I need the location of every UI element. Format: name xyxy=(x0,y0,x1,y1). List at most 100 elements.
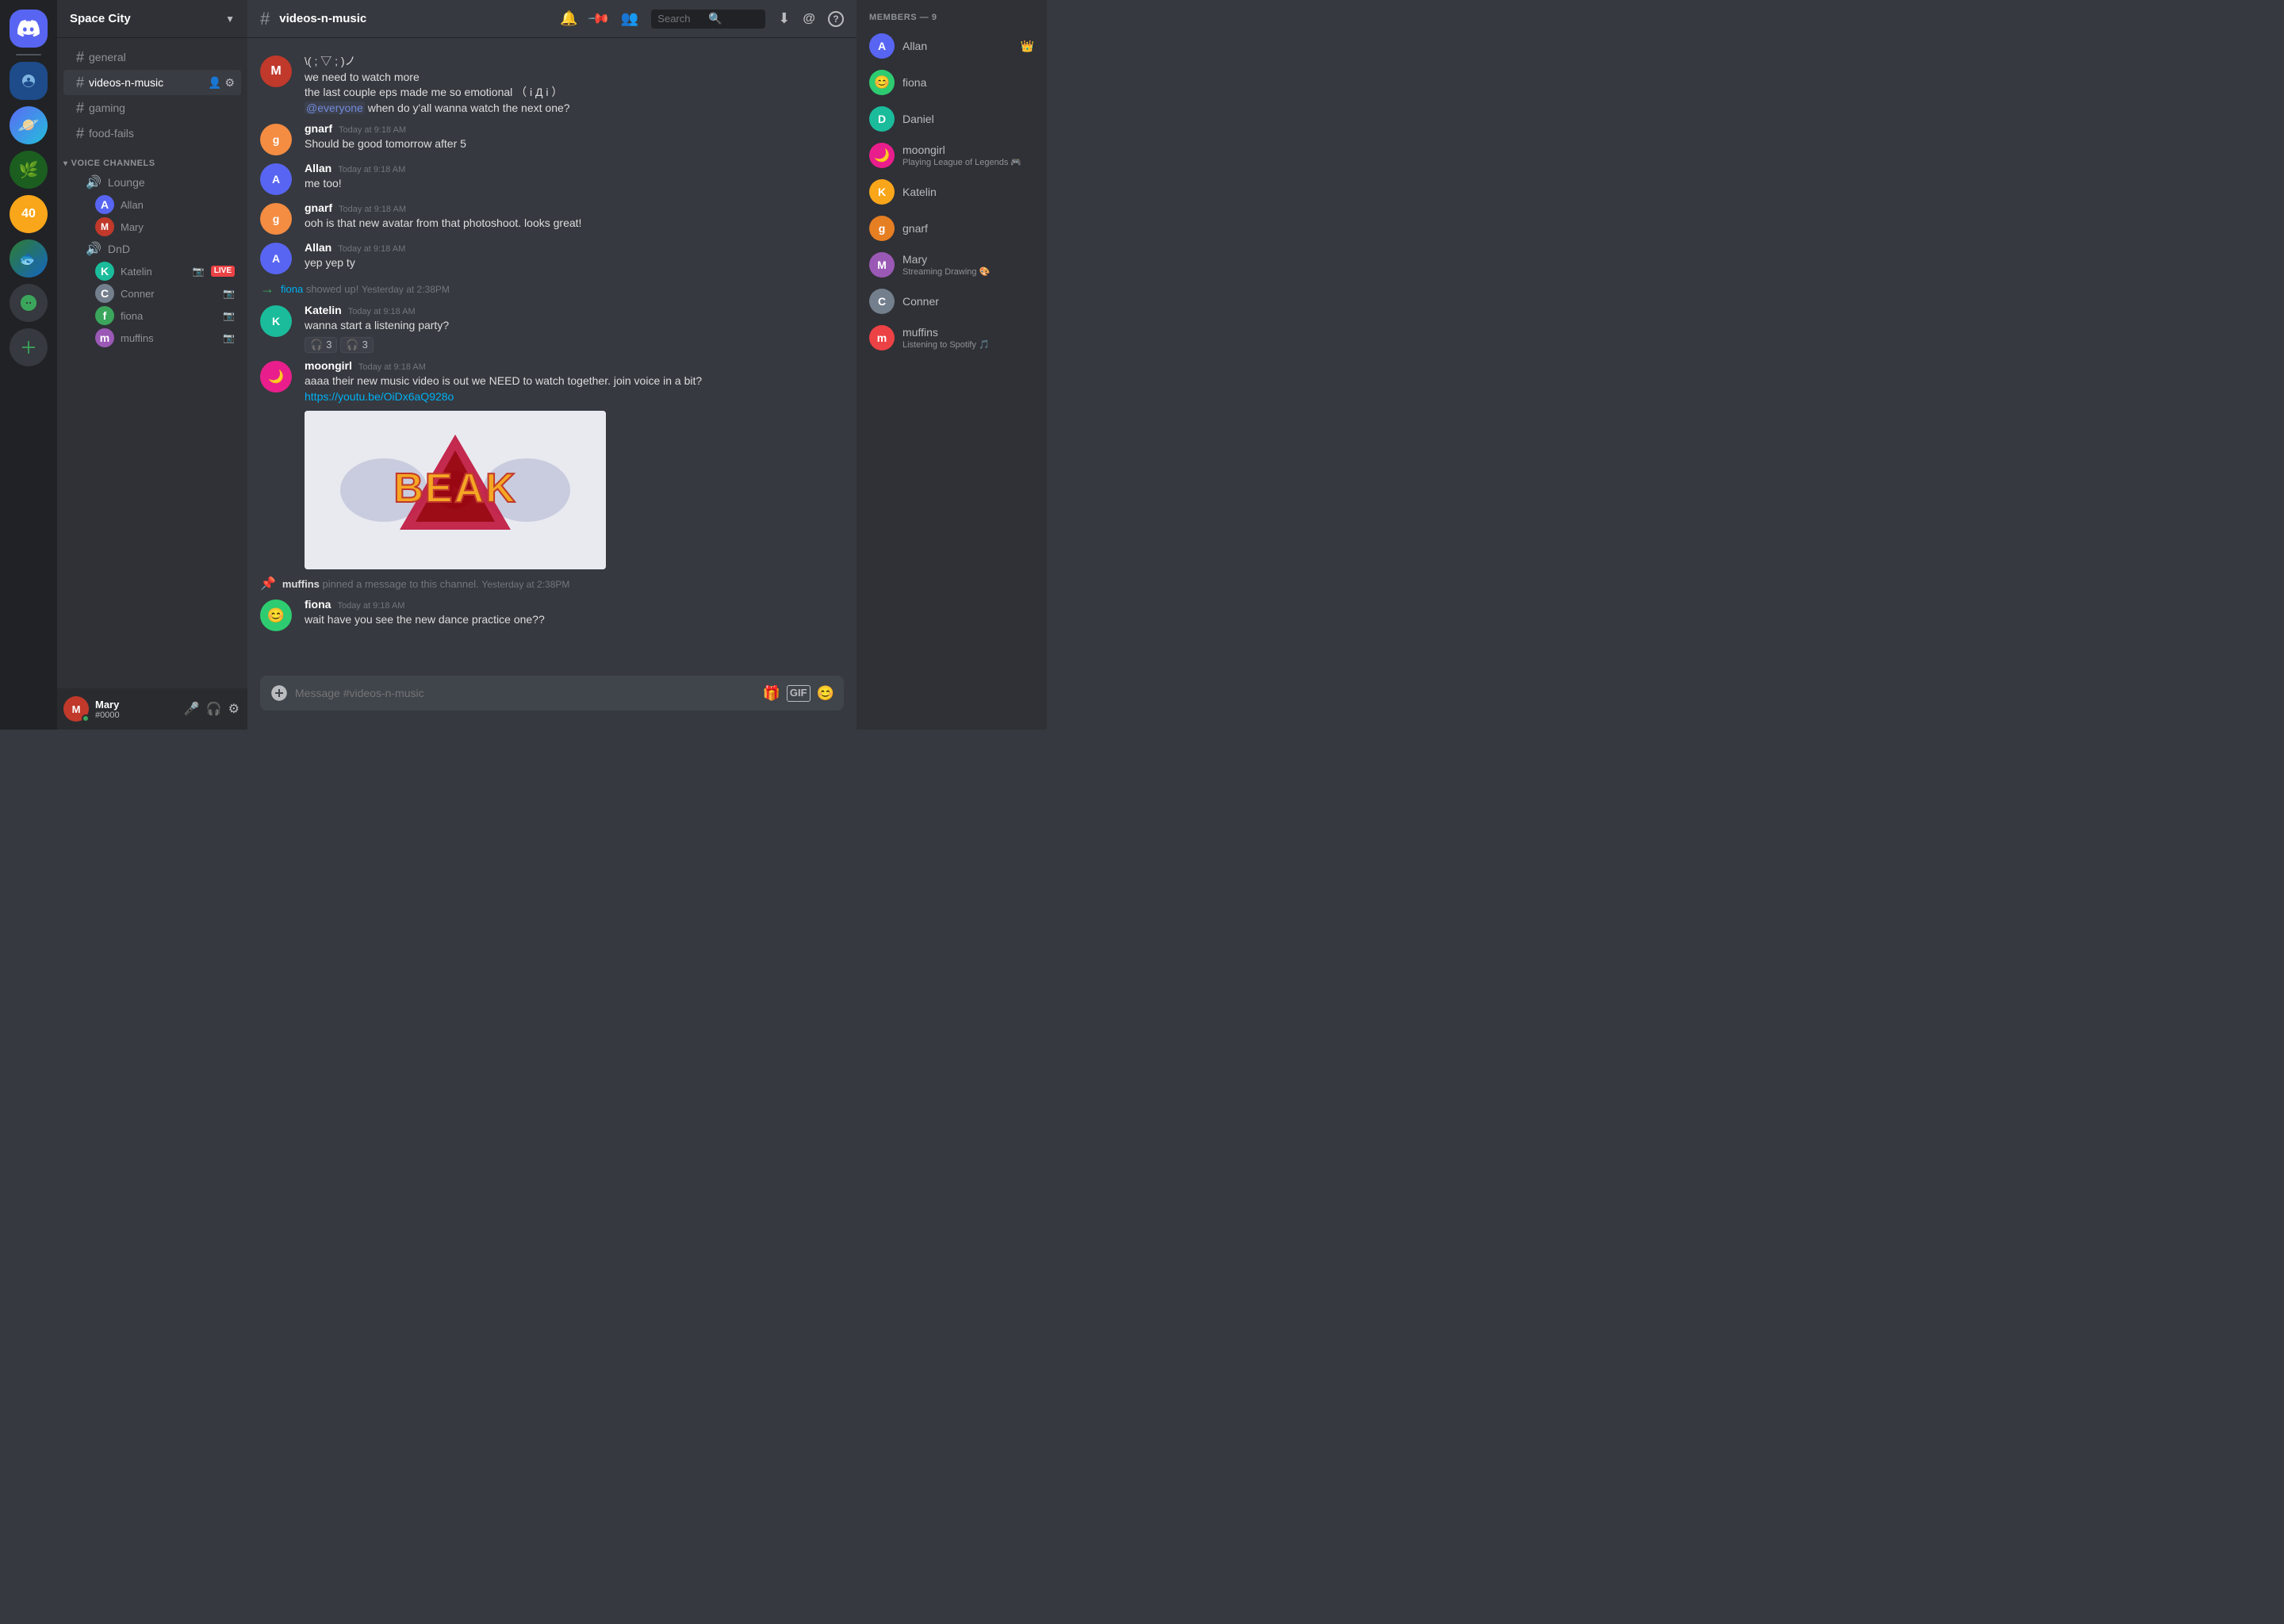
search-box[interactable]: Search 🔍 xyxy=(651,10,765,29)
at-icon[interactable]: @ xyxy=(803,12,815,26)
icon-bar: 🪐 🌿 40 🐟 xyxy=(0,0,57,730)
voice-member-mary[interactable]: M Mary xyxy=(63,216,241,238)
user-settings-button[interactable]: ⚙ xyxy=(227,699,241,718)
muffins-icons: 📷 xyxy=(223,332,235,343)
member-name-gnarf: gnarf xyxy=(902,222,1034,235)
user-name: Mary xyxy=(95,699,176,710)
server-icon-4[interactable]: 🐟 xyxy=(10,239,48,278)
chevron-down-icon: ▼ xyxy=(225,13,235,25)
inbox-icon[interactable]: ⬇ xyxy=(778,10,790,27)
discord-icon[interactable] xyxy=(10,10,48,48)
server-name-label: Space City xyxy=(70,12,131,25)
channel-action-icons: 👤 ⚙ xyxy=(208,76,235,90)
member-item-katelin[interactable]: K Katelin xyxy=(863,174,1040,209)
explore-servers-icon[interactable] xyxy=(10,284,48,322)
msg-time-allan-2: Today at 9:18 AM xyxy=(338,244,405,254)
member-avatar-allan: A xyxy=(869,33,895,59)
message-input-box[interactable]: 🎁 GIF 😊 xyxy=(260,676,844,710)
youtube-link[interactable]: https://youtu.be/OiDx6aQ928o xyxy=(305,390,454,403)
sidebar-item-gaming[interactable]: # gaming xyxy=(63,95,241,121)
server-icon-3[interactable]: 40 xyxy=(10,195,48,233)
server-icon-2[interactable]: 🌿 xyxy=(10,151,48,189)
msg-author-allan-2[interactable]: Allan xyxy=(305,241,331,254)
speaker-icon: 🔊 xyxy=(86,241,102,257)
msg-author-gnarf[interactable]: gnarf xyxy=(305,122,332,135)
server-icon-planet[interactable]: 🪐 xyxy=(10,106,48,144)
message-input-area: 🎁 GIF 😊 xyxy=(247,676,856,730)
message-input-field[interactable] xyxy=(295,687,756,699)
voice-member-conner[interactable]: C Conner 📷 xyxy=(63,282,241,304)
msg-text-moongirl: aaaa their new music video is out we NEE… xyxy=(305,373,844,404)
server-name-header[interactable]: Space City ▼ xyxy=(57,0,247,38)
message-moongirl: 🌙 moongirl Today at 9:18 AM aaaa their n… xyxy=(247,356,856,573)
add-file-button[interactable] xyxy=(270,684,289,703)
msg-author-katelin[interactable]: Katelin xyxy=(305,304,342,316)
msg-author-allan[interactable]: Allan xyxy=(305,162,331,174)
video-embed[interactable]: BEAK xyxy=(305,411,606,569)
beak-thumbnail: BEAK xyxy=(305,411,606,569)
msg-header-fiona: fiona Today at 9:18 AM xyxy=(305,598,844,611)
bell-icon[interactable]: 🔔 xyxy=(560,10,577,27)
system-actor-muffins[interactable]: muffins xyxy=(282,578,320,590)
msg-time-allan-1: Today at 9:18 AM xyxy=(338,165,405,174)
camera-icon-2: 📷 xyxy=(223,288,235,299)
member-name-katelin: Katelin xyxy=(902,186,1034,198)
voice-member-mary-name: Mary xyxy=(121,221,144,233)
add-member-icon[interactable]: 👤 xyxy=(208,76,221,90)
msg-avatar-gnarf-2: g xyxy=(260,203,292,235)
member-name-muffins: muffins xyxy=(902,326,1034,339)
user-tag: #0000 xyxy=(95,710,176,720)
pin-sys-icon: 📌 xyxy=(260,576,276,592)
deafen-button[interactable]: 🎧 xyxy=(205,699,224,718)
voice-member-katelin[interactable]: K Katelin 📷 LIVE xyxy=(63,260,241,282)
msg-author-gnarf-2[interactable]: gnarf xyxy=(305,201,332,214)
sidebar-item-videos-n-music[interactable]: # videos-n-music 👤 ⚙ xyxy=(63,70,241,95)
msg-header-gnarf-2: gnarf Today at 9:18 AM xyxy=(305,201,844,214)
voice-member-allan-avatar: A xyxy=(95,195,114,214)
member-item-gnarf[interactable]: g gnarf xyxy=(863,211,1040,246)
member-name-mary: Mary xyxy=(902,253,1034,266)
settings-icon[interactable]: ⚙ xyxy=(224,76,235,90)
voice-channels-header[interactable]: ▾ VOICE CHANNELS xyxy=(57,146,247,171)
server-icon-ship[interactable] xyxy=(10,62,48,100)
system-actor-fiona[interactable]: fiona xyxy=(281,283,303,295)
member-item-conner[interactable]: C Conner xyxy=(863,284,1040,319)
member-status-mary: Streaming Drawing 🎨 xyxy=(902,266,1034,277)
msg-author-fiona[interactable]: fiona xyxy=(305,598,331,611)
msg-avatar-moongirl: 🌙 xyxy=(260,361,292,393)
gift-icon[interactable]: 🎁 xyxy=(762,685,780,702)
member-item-fiona[interactable]: 😊 fiona xyxy=(863,65,1040,100)
reaction-headphone-1[interactable]: 🎧 3 xyxy=(305,337,337,353)
voice-member-fiona[interactable]: f fiona 📷 xyxy=(63,304,241,327)
member-item-allan[interactable]: A Allan 👑 xyxy=(863,29,1040,63)
voice-member-muffins[interactable]: m muffins 📷 xyxy=(63,327,241,349)
voice-channel-lounge[interactable]: 🔊 Lounge xyxy=(63,171,241,193)
arrow-right-icon: → xyxy=(260,281,274,297)
voice-member-katelin-avatar: K xyxy=(95,262,114,281)
members-icon[interactable]: 👥 xyxy=(621,10,638,27)
message-mary-continuation: M \( ; ▽ ; )ノ we need to watch more the … xyxy=(247,51,856,119)
sidebar-item-food-fails[interactable]: # food-fails xyxy=(63,121,241,146)
msg-author-moongirl[interactable]: moongirl xyxy=(305,359,352,372)
member-item-daniel[interactable]: D Daniel xyxy=(863,102,1040,136)
msg-text-fiona: wait have you see the new dance practice… xyxy=(305,612,844,628)
add-server-icon[interactable] xyxy=(10,328,48,366)
help-icon[interactable]: ? xyxy=(828,11,844,27)
mute-mic-button[interactable]: 🎤 xyxy=(182,699,201,718)
user-status-dot xyxy=(82,714,90,722)
voice-member-allan[interactable]: A Allan xyxy=(63,193,241,216)
gif-button[interactable]: GIF xyxy=(787,685,811,702)
pin-icon[interactable]: 📌 xyxy=(587,6,611,31)
member-item-mary[interactable]: M Mary Streaming Drawing 🎨 xyxy=(863,247,1040,282)
reaction-headphone-2[interactable]: 🎧 3 xyxy=(340,337,373,353)
message-fiona-1: 😊 fiona Today at 9:18 AM wait have you s… xyxy=(247,595,856,634)
msg-text-gnarf-2: ooh is that new avatar from that photosh… xyxy=(305,216,844,232)
member-item-muffins[interactable]: m muffins Listening to Spotify 🎵 xyxy=(863,320,1040,355)
system-message-fiona-join: → fiona showed up! Yesterday at 2:38PM xyxy=(247,278,856,301)
main-content: # videos-n-music 🔔 📌 👥 Search 🔍 ⬇ @ ? M … xyxy=(247,0,856,730)
icon-bar-divider xyxy=(16,54,41,56)
emoji-button[interactable]: 😊 xyxy=(817,685,834,702)
voice-channel-dnd[interactable]: 🔊 DnD xyxy=(63,238,241,260)
sidebar-item-general[interactable]: # general xyxy=(63,44,241,70)
member-item-moongirl[interactable]: 🌙 moongirl Playing League of Legends 🎮 xyxy=(863,138,1040,173)
